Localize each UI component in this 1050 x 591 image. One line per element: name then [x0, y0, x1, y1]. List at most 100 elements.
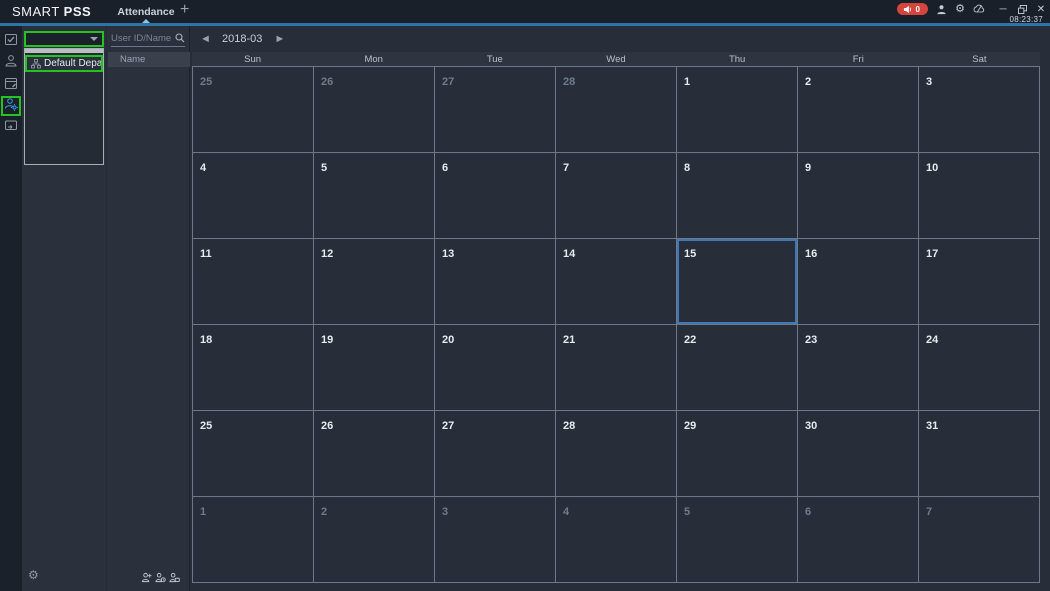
calendar-day-cell[interactable]: 2 [314, 497, 434, 582]
calendar-day-cell[interactable]: 4 [193, 153, 313, 238]
calendar-day-cell[interactable]: 8 [677, 153, 797, 238]
cloud-icon[interactable] [973, 3, 985, 15]
user-icon[interactable] [935, 3, 947, 15]
calendar-day-cell[interactable]: 17 [919, 239, 1039, 324]
calendar-day-cell[interactable]: 11 [193, 239, 313, 324]
schedule-calendar-icon [4, 76, 18, 95]
dropdown-blank-option[interactable] [25, 49, 103, 53]
person-icon [4, 54, 18, 73]
calendar-day-cell[interactable]: 9 [798, 153, 918, 238]
department-item-label: Default Department [44, 58, 101, 69]
calendar-day-cell[interactable]: 28 [556, 67, 676, 152]
sidebar-item-personnel[interactable] [0, 52, 22, 74]
day-number: 25 [200, 76, 212, 88]
day-number: 3 [442, 506, 448, 518]
minimize-icon[interactable]: ─ [998, 4, 1008, 14]
calendar-day-cell[interactable]: 19 [314, 325, 434, 410]
report-card-icon [4, 118, 18, 137]
calendar-day-cell[interactable]: 7 [556, 153, 676, 238]
gear-icon[interactable]: ⚙ [954, 3, 966, 15]
new-tab-button[interactable]: + [180, 1, 189, 19]
calendar-day-cell[interactable]: 26 [314, 67, 434, 152]
next-month-icon[interactable]: ► [274, 33, 284, 45]
calendar-day-cell[interactable]: 25 [193, 411, 313, 496]
alarm-badge[interactable]: 0 [897, 3, 928, 15]
calendar-day-cell[interactable]: 31 [919, 411, 1039, 496]
department-dropdown[interactable] [24, 31, 104, 47]
dow-header: Fri [798, 52, 919, 66]
day-number: 22 [684, 334, 696, 346]
day-number: 6 [805, 506, 811, 518]
calendar-day-cell[interactable]: 15 [677, 239, 797, 324]
calendar-day-cell[interactable]: 24 [919, 325, 1039, 410]
calendar-day-cell[interactable]: 6 [435, 153, 555, 238]
org-tree-icon [31, 59, 41, 69]
sidebar-item-attendance-record[interactable] [0, 30, 22, 52]
day-number: 5 [321, 162, 327, 174]
restore-icon[interactable] [1017, 4, 1027, 14]
calendar-day-cell[interactable]: 28 [556, 411, 676, 496]
logo-pss: PSS [64, 4, 92, 19]
day-number: 1 [684, 76, 690, 88]
day-number: 9 [805, 162, 811, 174]
sidebar-item-report[interactable] [0, 116, 22, 138]
calendar-day-cell[interactable]: 18 [193, 325, 313, 410]
calendar-day-cell[interactable]: 7 [919, 497, 1039, 582]
day-number: 19 [321, 334, 333, 346]
calendar-day-cell[interactable]: 21 [556, 325, 676, 410]
dow-header: Sat [919, 52, 1040, 66]
calendar-day-cell[interactable]: 29 [677, 411, 797, 496]
user-panel: Name Default Department ⚙ [22, 26, 190, 591]
search-icon[interactable] [175, 30, 185, 48]
calendar-day-cell[interactable]: 2 [798, 67, 918, 152]
calendar-day-cell[interactable]: 12 [314, 239, 434, 324]
calendar-day-cell[interactable]: 25 [193, 67, 313, 152]
add-person-icon[interactable] [141, 570, 152, 588]
person-clock-icon[interactable] [155, 570, 166, 588]
module-iconbar [0, 26, 22, 591]
search-input[interactable] [111, 33, 173, 44]
day-number: 28 [563, 76, 575, 88]
dropdown-item-default-department[interactable]: Default Department [25, 55, 103, 72]
calendar-day-cell[interactable]: 1 [677, 67, 797, 152]
calendar-day-cell[interactable]: 16 [798, 239, 918, 324]
calendar-day-cell[interactable]: 13 [435, 239, 555, 324]
day-number: 2 [805, 76, 811, 88]
day-number: 7 [563, 162, 569, 174]
person-card-icon[interactable] [169, 570, 180, 588]
day-number: 24 [926, 334, 938, 346]
day-number: 21 [563, 334, 575, 346]
day-number: 20 [442, 334, 454, 346]
calendar-day-cell[interactable]: 10 [919, 153, 1039, 238]
calendar-day-cell[interactable]: 26 [314, 411, 434, 496]
prev-month-icon[interactable]: ◄ [200, 33, 210, 45]
calendar-day-cell[interactable]: 14 [556, 239, 676, 324]
calendar-day-cell[interactable]: 5 [677, 497, 797, 582]
day-number: 15 [684, 248, 696, 260]
sidebar-item-user-management[interactable] [1, 96, 21, 116]
person-gear-icon [4, 97, 18, 116]
day-number: 11 [200, 248, 212, 260]
calendar-day-cell[interactable]: 30 [798, 411, 918, 496]
calendar-day-cell[interactable]: 3 [919, 67, 1039, 152]
attendance-calendar: ◄ 2018-03 ► SunMonTueWedThuFriSat 252627… [190, 26, 1050, 591]
calendar-day-cell[interactable]: 5 [314, 153, 434, 238]
calendar-day-cell[interactable]: 23 [798, 325, 918, 410]
calendar-grid: 2526272812345678910111213141516171819202… [192, 66, 1040, 583]
speaker-icon [903, 5, 912, 14]
calendar-day-cell[interactable]: 1 [193, 497, 313, 582]
calendar-day-cell[interactable]: 27 [435, 67, 555, 152]
calendar-day-cell[interactable]: 4 [556, 497, 676, 582]
calendar-day-cell[interactable]: 3 [435, 497, 555, 582]
titlebar: SMART PSS Attendance + 0 ⚙ ─ [0, 0, 1050, 23]
sidebar-item-schedule[interactable] [0, 74, 22, 96]
tab-attendance[interactable]: Attendance [117, 6, 174, 18]
calendar-day-cell[interactable]: 20 [435, 325, 555, 410]
calendar-day-cell[interactable]: 22 [677, 325, 797, 410]
calendar-day-cell[interactable]: 27 [435, 411, 555, 496]
dow-header: Mon [313, 52, 434, 66]
close-icon[interactable]: ✕ [1036, 4, 1046, 14]
gear-icon[interactable]: ⚙ [28, 568, 39, 582]
day-number: 27 [442, 76, 454, 88]
calendar-day-cell[interactable]: 6 [798, 497, 918, 582]
